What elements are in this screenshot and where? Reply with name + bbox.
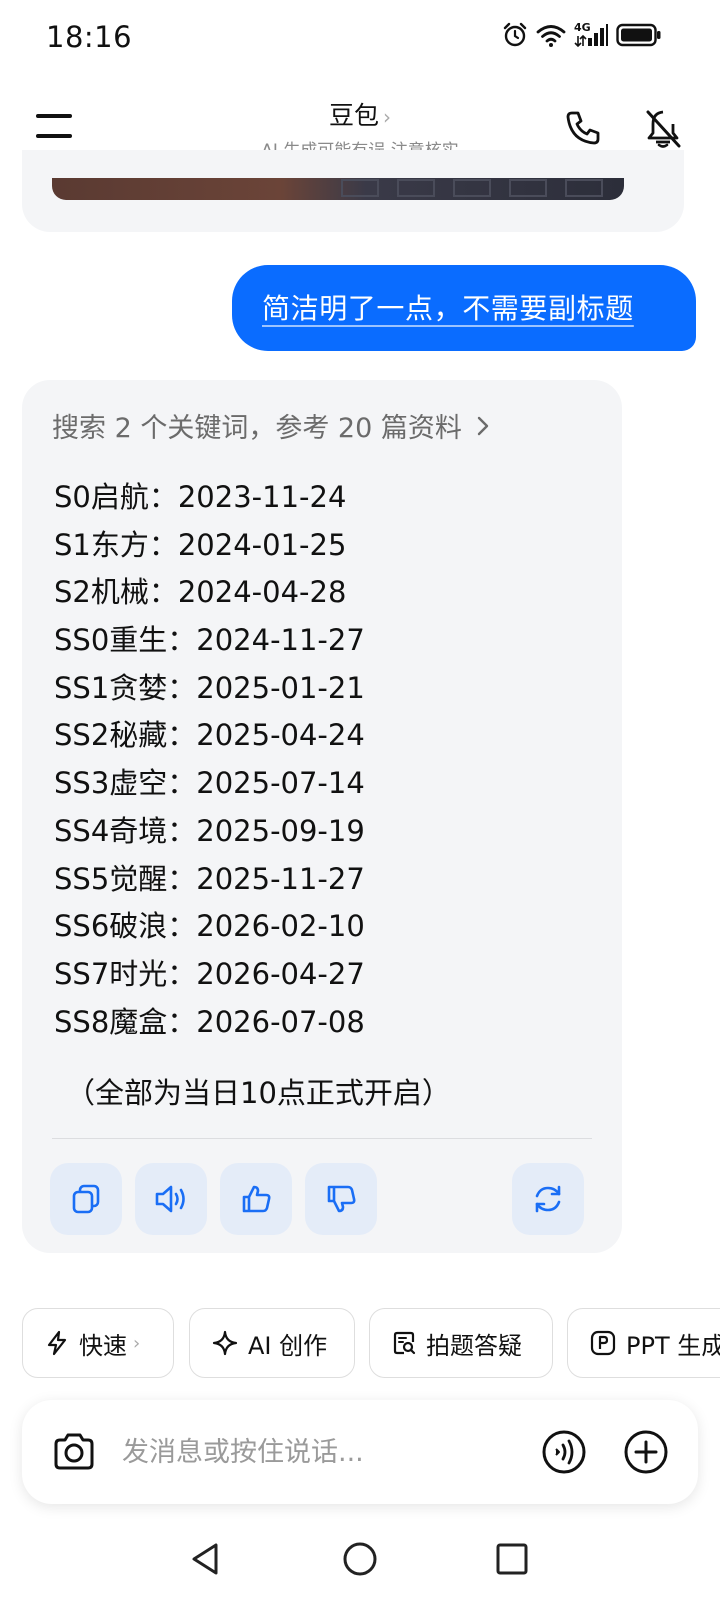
recents-button[interactable] <box>489 1536 535 1582</box>
list-item: SS6破浪：2026-02-10 <box>54 909 365 944</box>
menu-icon-bar <box>36 134 72 138</box>
read-aloud-button[interactable] <box>135 1163 207 1235</box>
chip-ppt[interactable]: PPT 生成 <box>567 1308 720 1378</box>
cellular-signal-icon: 4G <box>574 21 608 48</box>
list-item: SS4奇境：2025-09-19 <box>54 813 365 848</box>
speaker-icon <box>155 1185 185 1213</box>
mute-icon[interactable] <box>642 106 684 150</box>
bot-answer-card: 搜索 2 个关键词，参考 20 篇资料 S0启航：2023-11-24 S1东方… <box>22 380 622 1253</box>
system-nav-bar <box>0 1530 720 1602</box>
home-circle-icon <box>343 1542 377 1576</box>
chevron-right-icon: › <box>383 105 391 129</box>
user-message-bubble[interactable]: 简洁明了一点，不需要副标题 <box>232 265 696 351</box>
plus-icon[interactable] <box>622 1428 670 1476</box>
ppt-icon <box>590 1330 616 1356</box>
message-input[interactable] <box>122 1430 512 1474</box>
list-item: SS7时光：2026-04-27 <box>54 956 365 991</box>
list-item: SS3虚空：2025-07-14 <box>54 766 365 801</box>
menu-icon-bar <box>36 114 72 118</box>
list-item: S0启航：2023-11-24 <box>54 480 347 514</box>
back-button[interactable] <box>183 1536 229 1582</box>
dislike-button[interactable] <box>305 1163 377 1235</box>
thumbs-up-icon <box>242 1185 271 1213</box>
sparkle-icon <box>212 1330 238 1356</box>
chip-label: 快速 <box>79 1331 127 1360</box>
chip-fast[interactable]: 快速 › <box>22 1308 174 1378</box>
alarm-icon <box>503 22 527 47</box>
regenerate-button[interactable] <box>512 1163 584 1235</box>
image-pattern <box>341 179 603 197</box>
status-icons: 4G <box>502 21 662 48</box>
lightning-icon <box>47 1330 67 1356</box>
list-item: SS1贪婪：2025-01-21 <box>54 670 365 705</box>
bot-name: 豆包 <box>328 101 379 130</box>
search-reference-text: 搜索 2 个关键词，参考 20 篇资料 <box>52 413 462 444</box>
list-item: SS8魔盒：2026-07-08 <box>54 1004 365 1039</box>
list-item: SS2秘藏：2025-04-24 <box>54 718 365 753</box>
like-button[interactable] <box>220 1163 292 1235</box>
quick-action-chips: 快速 › AI 创作 拍题答疑 PPT 生成 <box>0 1308 720 1378</box>
user-message-text: 简洁明了一点，不需要副标题 <box>262 292 634 325</box>
camera-icon[interactable] <box>50 1428 98 1476</box>
battery-icon <box>616 23 661 47</box>
chevron-right-icon: › <box>133 1332 141 1354</box>
divider <box>52 1138 592 1139</box>
wifi-icon <box>536 25 566 47</box>
home-button[interactable] <box>337 1536 383 1582</box>
chevron-right-icon <box>477 416 489 435</box>
status-time: 18:16 <box>46 20 133 54</box>
list-item: SS0重生：2024-11-27 <box>54 623 365 658</box>
copy-button[interactable] <box>50 1163 122 1235</box>
copy-icon <box>72 1184 100 1214</box>
list-item: S2机械：2024-04-28 <box>54 575 347 610</box>
answer-note: （全部为当日10点正式开启） <box>66 1076 451 1110</box>
season-list: S0启航：2023-11-24 S1东方：2024-01-25 S2机械：202… <box>54 474 365 1046</box>
thumbs-down-icon <box>327 1185 356 1213</box>
menu-button[interactable] <box>34 108 76 142</box>
scan-question-icon <box>393 1331 416 1355</box>
chip-label: 拍题答疑 <box>426 1331 522 1360</box>
list-item: S1东方：2024-01-25 <box>54 527 347 562</box>
chip-label: PPT 生成 <box>626 1331 720 1360</box>
voice-input-icon[interactable] <box>540 1428 588 1476</box>
phone-call-icon[interactable] <box>563 108 603 148</box>
chip-photo-solve[interactable]: 拍题答疑 <box>369 1308 553 1378</box>
back-triangle-icon <box>192 1543 218 1575</box>
chip-ai-create[interactable]: AI 创作 <box>189 1308 355 1378</box>
list-item: SS5觉醒：2025-11-27 <box>54 861 365 896</box>
bot-title[interactable]: 豆包 › <box>200 96 520 132</box>
status-bar: 18:16 4G <box>0 0 720 78</box>
recents-square-icon <box>496 1543 528 1575</box>
message-input-bar <box>22 1400 698 1504</box>
search-reference-link[interactable]: 搜索 2 个关键词，参考 20 篇资料 <box>52 406 490 445</box>
refresh-icon <box>535 1185 561 1213</box>
chip-label: AI 创作 <box>248 1331 328 1360</box>
previous-image-thumbnail[interactable] <box>52 178 624 200</box>
